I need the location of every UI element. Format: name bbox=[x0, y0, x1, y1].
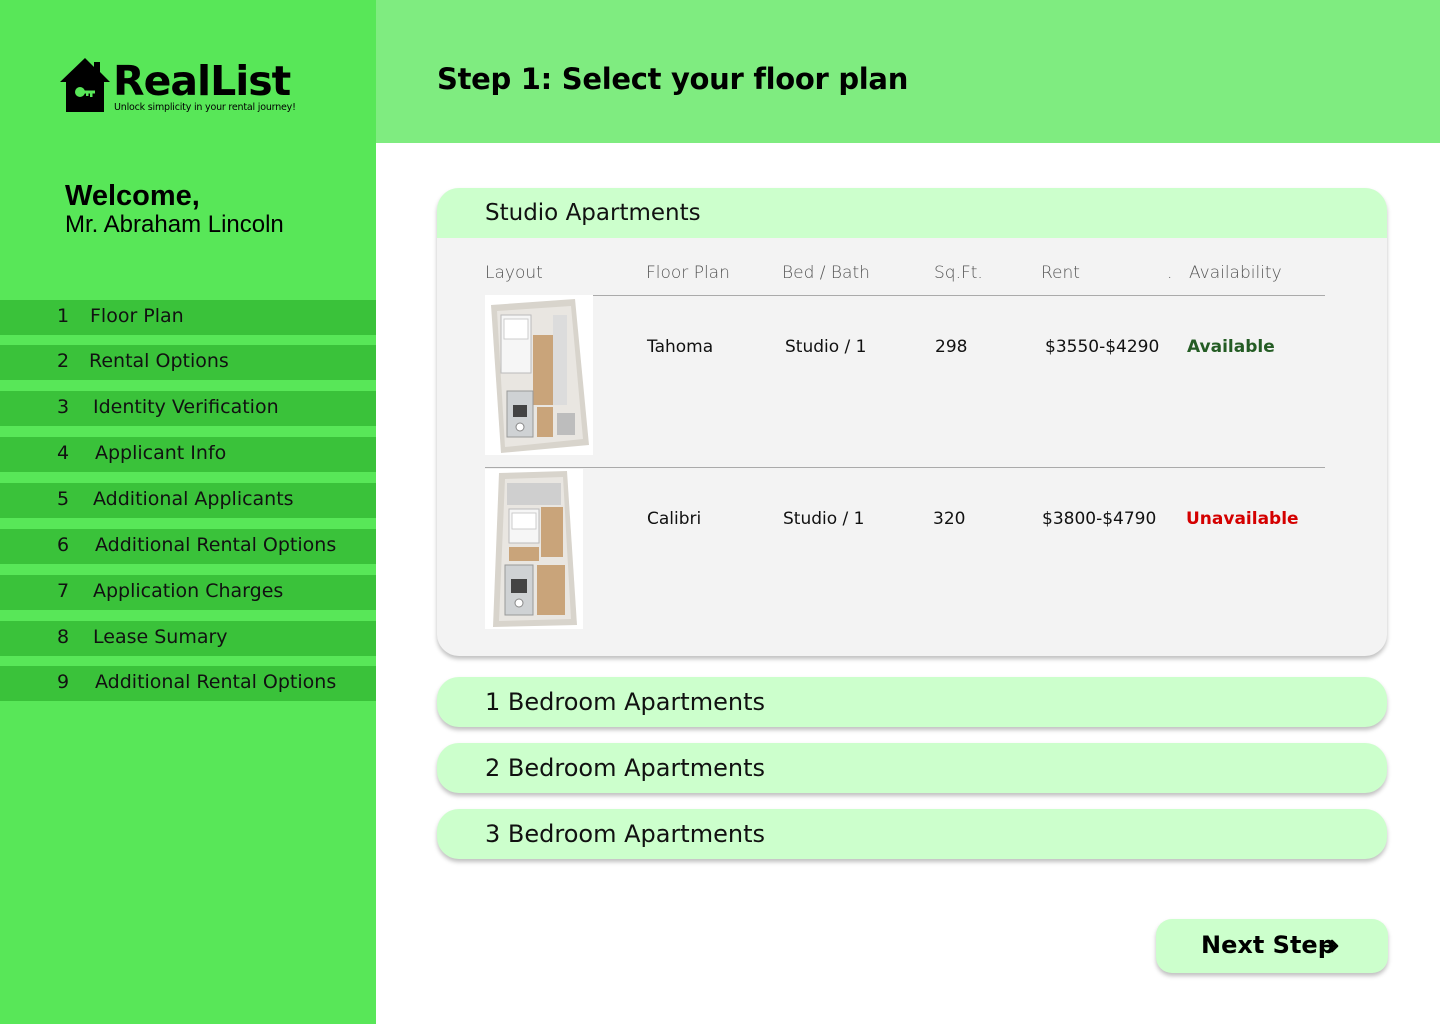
column-header-sqft: Sq.Ft. bbox=[934, 263, 983, 283]
studio-panel-title: Studio Apartments bbox=[485, 200, 701, 226]
bed-bath-value: Studio / 1 bbox=[785, 337, 867, 357]
step-item-lease-summary[interactable]: 8 Lease Sumary bbox=[0, 621, 376, 656]
step-label: Lease Sumary bbox=[93, 626, 228, 648]
next-step-button[interactable]: Next Step bbox=[1156, 919, 1388, 973]
two-bedroom-accordion[interactable]: 2 Bedroom Apartments bbox=[437, 743, 1387, 793]
step-label: Rental Options bbox=[89, 350, 229, 372]
table-divider bbox=[485, 295, 1325, 296]
step-number: 4 bbox=[57, 442, 70, 464]
three-bedroom-accordion[interactable]: 3 Bedroom Apartments bbox=[437, 809, 1387, 859]
step-number: 1 bbox=[57, 305, 70, 327]
next-step-label: Next Step bbox=[1201, 931, 1335, 959]
step-item-floor-plan[interactable]: 1 Floor Plan bbox=[0, 300, 376, 335]
floor-plan-image bbox=[485, 469, 583, 629]
page-title: Step 1: Select your floor plan bbox=[437, 62, 909, 96]
sidebar: RealList Unlock simplicity in your renta… bbox=[0, 0, 376, 1024]
step-label: Application Charges bbox=[93, 580, 284, 602]
step-item-additional-rental-options[interactable]: 6 Additional Rental Options bbox=[0, 529, 376, 564]
page-header: Step 1: Select your floor plan bbox=[376, 0, 1440, 143]
floor-plan-name: Tahoma bbox=[647, 337, 714, 357]
step-label: Identity Verification bbox=[93, 396, 279, 418]
user-name: Mr. Abraham Lincoln bbox=[65, 211, 284, 238]
one-bedroom-accordion[interactable]: 1 Bedroom Apartments bbox=[437, 677, 1387, 727]
sqft-value: 320 bbox=[933, 509, 966, 529]
floor-plan-name: Calibri bbox=[647, 509, 702, 529]
accordion-title: 2 Bedroom Apartments bbox=[485, 754, 765, 782]
step-number: 8 bbox=[57, 626, 70, 648]
step-label: Additional Applicants bbox=[93, 488, 294, 510]
welcome-heading: Welcome, bbox=[65, 180, 200, 212]
column-header-availability: Availability bbox=[1189, 263, 1282, 283]
step-label: Applicant Info bbox=[95, 442, 227, 464]
brand-tagline: Unlock simplicity in your rental journey… bbox=[114, 102, 296, 113]
step-item-applicant-info[interactable]: 4 Applicant Info bbox=[0, 437, 376, 472]
studio-apartments-panel: Studio Apartments Layout Floor Plan Bed … bbox=[437, 188, 1387, 656]
rent-value: $3800-$4790 bbox=[1042, 509, 1157, 529]
accordion-title: 1 Bedroom Apartments bbox=[485, 688, 765, 716]
brand-logo[interactable]: RealList Unlock simplicity in your renta… bbox=[58, 56, 298, 120]
studio-panel-header[interactable]: Studio Apartments bbox=[437, 188, 1387, 238]
step-number: 9 bbox=[57, 671, 70, 693]
availability-status: Unavailable bbox=[1186, 509, 1299, 529]
step-item-identity-verification[interactable]: 3 Identity Verification bbox=[0, 391, 376, 426]
step-number: 7 bbox=[57, 580, 70, 602]
step-item-additional-applicants[interactable]: 5 Additional Applicants bbox=[0, 483, 376, 518]
step-item-additional-rental-options-2[interactable]: 9 Additional Rental Options bbox=[0, 666, 376, 701]
rent-value: $3550-$4290 bbox=[1045, 337, 1160, 357]
step-item-rental-options[interactable]: 2 Rental Options bbox=[0, 345, 376, 380]
step-label: Additional Rental Options bbox=[95, 534, 337, 556]
column-header-layout: Layout bbox=[485, 263, 543, 283]
column-header-rent: Rent bbox=[1041, 263, 1080, 283]
step-number: 2 bbox=[57, 350, 70, 372]
arrow-right-icon bbox=[1323, 939, 1339, 953]
floor-plan-image bbox=[485, 295, 593, 455]
step-number: 6 bbox=[57, 534, 70, 556]
step-label: Additional Rental Options bbox=[95, 671, 337, 693]
step-number: 5 bbox=[57, 488, 70, 510]
house-key-icon bbox=[60, 58, 110, 112]
sqft-value: 298 bbox=[935, 337, 968, 357]
bed-bath-value: Studio / 1 bbox=[783, 509, 865, 529]
column-header-bed-bath: Bed / Bath bbox=[782, 263, 870, 283]
brand-name: RealList bbox=[113, 57, 291, 105]
availability-status: Available bbox=[1187, 337, 1275, 357]
step-label: Floor Plan bbox=[90, 305, 184, 327]
step-item-application-charges[interactable]: 7 Application Charges bbox=[0, 575, 376, 610]
accordion-title: 3 Bedroom Apartments bbox=[485, 820, 765, 848]
column-header-floor-plan: Floor Plan bbox=[646, 263, 730, 283]
table-divider bbox=[485, 467, 1325, 468]
column-header-dot: . bbox=[1167, 263, 1173, 283]
step-number: 3 bbox=[57, 396, 70, 418]
